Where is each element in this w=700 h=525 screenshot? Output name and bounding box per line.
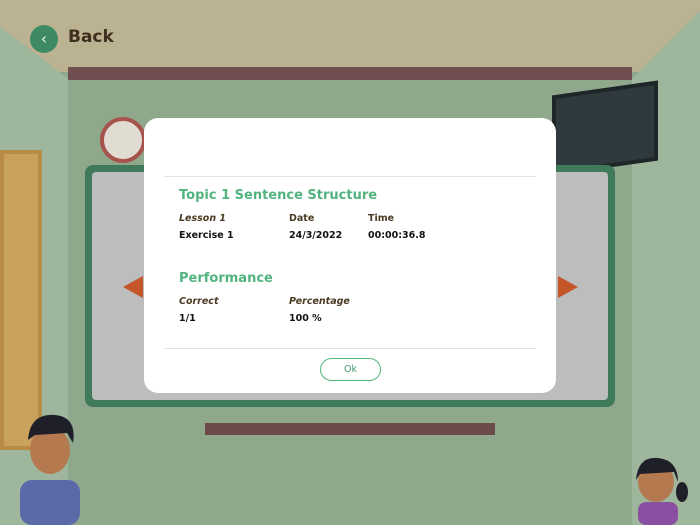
chevron-left-icon: ‹: [40, 29, 48, 48]
performance-title: Performance: [179, 271, 273, 286]
whiteboard-ledge: [205, 423, 495, 435]
back-label[interactable]: Back: [68, 27, 114, 47]
right-wall: [632, 10, 700, 525]
correct-header: Correct: [179, 296, 219, 307]
time-value: 00:00:36.8: [368, 230, 426, 241]
date-header: Date: [289, 213, 315, 224]
percentage-value: 100 %: [289, 313, 322, 324]
next-arrow-icon[interactable]: [558, 276, 578, 298]
divider: [164, 176, 536, 177]
back-button[interactable]: ‹: [30, 25, 58, 53]
results-dialog: Topic 1 Sentence Structure Lesson 1 Date…: [144, 118, 556, 393]
lesson-value: Exercise 1: [179, 230, 234, 241]
wall-clock: [100, 117, 146, 163]
ceiling-trim: [68, 67, 632, 80]
divider: [164, 348, 536, 349]
topic-title: Topic 1 Sentence Structure: [179, 188, 378, 203]
previous-arrow-icon[interactable]: [123, 276, 143, 298]
time-header: Time: [368, 213, 395, 224]
ok-button[interactable]: Ok: [320, 358, 381, 381]
girl-character: [636, 457, 688, 525]
tv-screen: [552, 80, 658, 176]
percentage-header: Percentage: [289, 296, 350, 307]
date-value: 24/3/2022: [289, 230, 343, 241]
boy-character: [20, 414, 80, 525]
lesson-header: Lesson 1: [179, 213, 227, 224]
correct-value: 1/1: [179, 313, 196, 324]
